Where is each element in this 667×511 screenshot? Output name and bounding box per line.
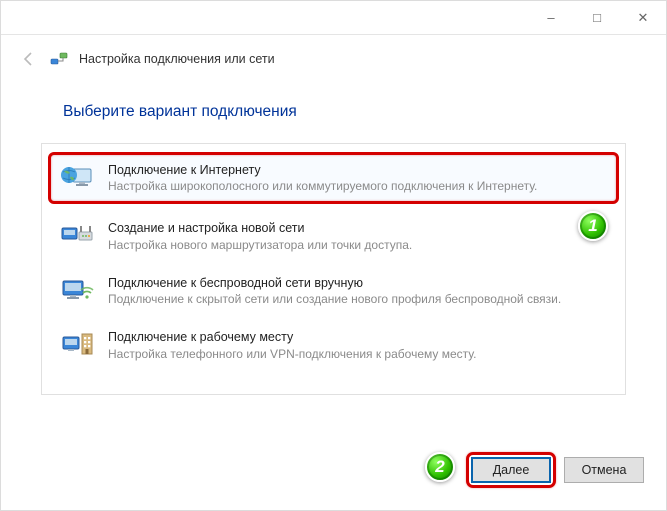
next-button-highlight: Далее (466, 452, 556, 488)
wizard-window: – □ ✕ Настройка подключения или сети Выб… (0, 0, 667, 511)
wireless-monitor-icon (60, 275, 94, 305)
wizard-title: Настройка подключения или сети (79, 52, 275, 66)
badge-number: 1 (588, 216, 597, 236)
option-description: Подключение к скрытой сети или создание … (108, 291, 607, 307)
close-button[interactable]: ✕ (620, 1, 666, 35)
wizard-footer: Далее Отмена (466, 452, 644, 488)
vpn-building-icon (60, 329, 94, 359)
globe-monitor-icon (60, 162, 94, 192)
router-setup-icon (60, 220, 94, 250)
back-button[interactable] (19, 49, 39, 69)
network-wizard-icon (49, 49, 69, 69)
arrow-left-icon (21, 51, 37, 67)
option-create-network[interactable]: Создание и настройка новой сети Настройк… (48, 210, 619, 262)
wizard-header: Настройка подключения или сети (1, 35, 666, 79)
option-title: Подключение к беспроводной сети вручную (108, 275, 607, 291)
annotation-badge-2: 2 (425, 452, 455, 482)
minimize-icon: – (547, 10, 554, 25)
maximize-icon: □ (593, 10, 601, 25)
option-text: Подключение к рабочему месту Настройка т… (108, 329, 607, 361)
page-title: Выберите вариант подключения (63, 103, 626, 121)
maximize-button[interactable]: □ (574, 1, 620, 35)
option-workplace-connection[interactable]: Подключение к рабочему месту Настройка т… (48, 319, 619, 371)
minimize-button[interactable]: – (528, 1, 574, 35)
option-text: Подключение к беспроводной сети вручную … (108, 275, 607, 307)
badge-number: 2 (435, 457, 444, 477)
option-description: Настройка телефонного или VPN-подключени… (108, 346, 607, 362)
option-description: Настройка нового маршрутизатора или точк… (108, 237, 607, 253)
option-internet-connection[interactable]: Подключение к Интернету Настройка широко… (48, 152, 619, 204)
button-label: Далее (493, 463, 530, 477)
connection-options-list: Подключение к Интернету Настройка широко… (41, 143, 626, 395)
option-description: Настройка широкополосного или коммутируе… (108, 178, 607, 194)
annotation-badge-1: 1 (578, 211, 608, 241)
option-title: Подключение к рабочему месту (108, 329, 607, 345)
option-text: Создание и настройка новой сети Настройк… (108, 220, 607, 252)
option-manual-wireless[interactable]: Подключение к беспроводной сети вручную … (48, 265, 619, 317)
titlebar: – □ ✕ (1, 1, 666, 35)
option-text: Подключение к Интернету Настройка широко… (108, 162, 607, 194)
close-icon: ✕ (638, 10, 649, 26)
button-label: Отмена (582, 463, 627, 477)
cancel-button[interactable]: Отмена (564, 457, 644, 483)
next-button[interactable]: Далее (471, 457, 551, 483)
option-title: Создание и настройка новой сети (108, 220, 607, 236)
wizard-content: Выберите вариант подключения Подключение… (1, 79, 666, 395)
option-title: Подключение к Интернету (108, 162, 607, 178)
